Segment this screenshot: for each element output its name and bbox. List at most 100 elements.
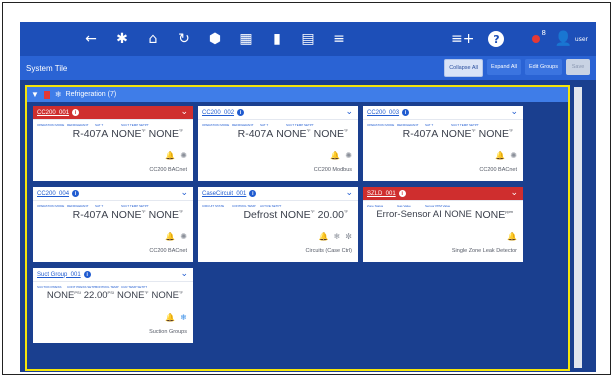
status-icons: 🔔 ❄ ✼ [314,232,352,241]
fan-icon: ✺ [180,151,187,160]
chevron-down-icon[interactable]: ⌄ [180,269,188,279]
user-label[interactable]: user [575,36,588,43]
field-value: NONE°F [314,128,348,140]
field-label: CUR TEMP SETPT [121,285,148,289]
status-icons: 🔔 ✺ [160,151,187,160]
save-button[interactable]: Save [566,59,590,75]
card-header: Suct Group_001 i ⌄ [33,268,193,282]
device-card[interactable]: Suct Group_001 i ⌄ SUCTION PRESS CONT PRESS … [33,268,193,343]
chevron-down-icon[interactable]: ⌄ [180,107,188,117]
field-value-text: NONE [478,128,509,140]
field-value-text: NONE [151,290,179,301]
field-value-text: Defrost [243,209,278,221]
field-label: CIRCUIT STATE [202,204,225,208]
card-title-link[interactable]: CaseCircuit_001 [202,191,246,197]
field-label: Gas Value [397,204,411,208]
alarm-notification-icon[interactable]: 8 [518,29,546,43]
chevron-down-icon[interactable]: ⌄ [345,107,353,117]
field-label: OPERATION MODE [37,204,65,208]
unit-superscript: °F [178,290,183,295]
chevron-down-icon[interactable]: ⌄ [345,188,353,198]
nav-icon-group: ← ✱ ⌂ ↻ ⬢ ▦ ▮ ▤ ≡ [80,22,359,56]
field-value-text: R-407A [72,128,109,140]
field-value: NONE°F [280,209,314,221]
card-title-link[interactable]: SZLD_001 [367,191,396,197]
toolbar-buttons: Collapse All Expand All Edit Groups Save [440,59,590,77]
list-icon[interactable]: ≡ [328,28,350,50]
field-value-text: NONE [441,128,472,140]
field-value-text: NONE [276,128,307,140]
field-value: NONE°F [441,128,475,140]
card-title-link[interactable]: CC200_001 [37,110,69,116]
chevron-down-icon[interactable]: ⌄ [180,188,188,198]
field-value: NONE°F [152,290,184,301]
card-device-type: CC200 BACnet [149,248,187,254]
card-header: SZLD_001 i ⌄ [363,187,523,201]
caret-down-icon[interactable]: ▼ [31,90,39,99]
unit-superscript: °F [471,128,476,133]
card-title-link[interactable]: CC200_004 [37,191,69,197]
home-icon[interactable]: ⌂ [142,28,164,50]
help-icon[interactable]: ? [488,31,505,47]
card-title-link[interactable]: CC200_002 [202,110,234,116]
field-label: SAT T [425,123,434,127]
globe-icon[interactable]: ⬢ [204,28,226,50]
map-icon[interactable]: ▮ [266,28,288,50]
card-device-type: Suction Groups [149,329,187,335]
unit-superscript: PSI [74,290,81,295]
device-card[interactable]: SZLD_001 i ⌄ Zone Status Gas Value Sensor PPM… [363,187,523,262]
unit-superscript: °F [141,209,146,214]
field-value: NONEppm [475,209,513,221]
device-card[interactable]: CC200_004 i ⌄ OPERATION MODE REFRIGERANT SAT … [33,187,193,262]
field-value-text: R-407A [237,128,274,140]
field-value-text: NONE [148,209,179,221]
fan-icon: ✺ [180,232,187,241]
device-card[interactable]: CC200_002 i ⌄ OPERATION MODE REFRIGERANT SAT … [198,106,358,181]
fan-icon: ✺ [510,151,517,160]
unit-superscript: PSI [107,290,114,295]
user-icon[interactable]: 👤 [554,31,571,47]
info-icon[interactable]: i [83,271,91,278]
card-title-link[interactable]: CC200_003 [367,110,399,116]
field-label: SAT T [95,123,104,127]
info-icon[interactable]: i [398,190,406,197]
card-values: Defrost NONE°F 20.00°F [198,209,358,225]
field-value-text: NONE [117,290,145,301]
report-icon[interactable]: ▤ [297,28,319,50]
field-value: R-407A [403,128,439,140]
field-value: R-407A [238,128,274,140]
scrollbar[interactable] [574,87,582,368]
info-icon[interactable]: i [249,190,257,197]
card-title-link[interactable]: Suct Group_001 [37,272,81,278]
field-label: SUCT TEMP SETPT [286,123,314,127]
info-icon[interactable]: i [72,190,80,197]
field-value-text: R-407A [72,209,109,221]
calendar-icon[interactable]: ▦ [235,28,257,50]
add-list-icon[interactable]: ≡+ [451,31,474,47]
bell-icon: 🔔 [165,232,176,241]
expand-all-button[interactable]: Expand All [486,59,521,75]
info-icon[interactable]: i [72,109,80,116]
device-card[interactable]: CC200_001 i ⌄ OPERATION MODE REFRIGERANT SAT … [33,106,193,181]
bell-icon: 🔔 [318,232,329,241]
refresh-icon[interactable]: ↻ [173,28,195,50]
collapse-all-button[interactable]: Collapse All [444,59,483,77]
status-icons: 🔔 ✺ [490,151,517,160]
field-value-text: NONE [148,128,179,140]
field-value: NONE°F [149,209,183,221]
field-value: NONE°F [111,209,145,221]
back-icon[interactable]: ← [80,28,102,50]
device-card[interactable]: CC200_003 i ⌄ OPERATION MODE REFRIGERANT SAT … [363,106,523,181]
chevron-down-icon[interactable]: ⌄ [510,188,518,198]
info-icon[interactable]: i [237,109,245,116]
device-card[interactable]: CaseCircuit_001 i ⌄ CIRCUIT STATE CONTROL TE… [198,187,358,262]
group-header[interactable]: ▼ ❄ Refrigeration (7) [27,87,568,102]
value-row: Defrost NONE°F 20.00°F [243,209,348,221]
field-label: ACTIVE SETPT [260,204,282,208]
status-icons: 🔔 ✺ [325,151,352,160]
edit-groups-button[interactable]: Edit Groups [524,59,562,75]
settings-icon[interactable]: ✱ [111,28,133,50]
value-row: R-407A NONE°F NONE°F [238,128,348,140]
chevron-down-icon[interactable]: ⌄ [510,107,518,117]
info-icon[interactable]: i [402,109,410,116]
